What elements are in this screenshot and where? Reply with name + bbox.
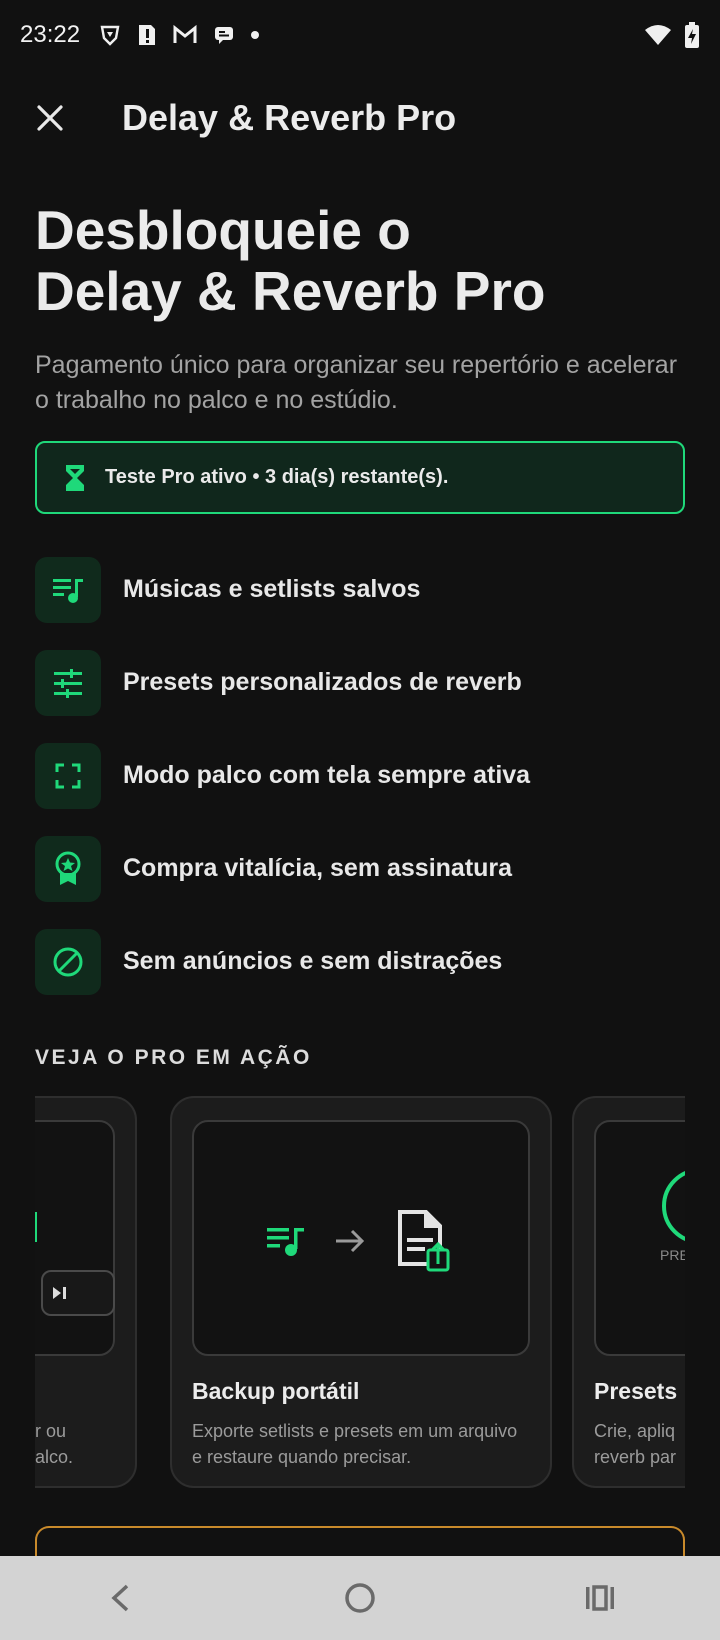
card-title: Backup portátil xyxy=(192,1378,360,1404)
dot-icon xyxy=(251,31,260,39)
app-title: Delay & Reverb Pro xyxy=(122,97,457,138)
status-bar: 23:22 xyxy=(0,0,720,70)
skip-next-icon xyxy=(53,1287,66,1299)
wifi-icon xyxy=(645,25,671,45)
feature-item: Presets personalizados de reverb xyxy=(35,649,685,716)
feature-list: Músicas e setlists salvos Presets person… xyxy=(35,556,685,1021)
card-preview: PRE xyxy=(594,1120,685,1356)
playlist-music-icon xyxy=(267,1228,304,1256)
feature-label: Presets personalizados de reverb xyxy=(123,668,522,696)
hero-title: Desbloqueie o Delay & Reverb Pro xyxy=(35,200,685,322)
sim-alert-icon xyxy=(139,25,156,45)
card-desc-line: reverb par xyxy=(594,1447,677,1467)
hero-subtitle: Pagamento único para organizar seu reper… xyxy=(35,351,678,414)
card-desc: or ou palco. xyxy=(35,1418,145,1470)
notification-icons xyxy=(98,23,260,47)
home-icon xyxy=(345,1583,375,1613)
feature-item: Compra vitalícia, sem assinatura xyxy=(35,835,685,902)
close-button[interactable] xyxy=(22,90,78,146)
close-icon xyxy=(37,105,63,131)
hourglass-icon xyxy=(66,464,84,491)
playlist-music-icon xyxy=(35,556,101,623)
feature-label: Modo palco com tela sempre ativa xyxy=(123,761,531,789)
file-export-icon xyxy=(398,1210,450,1272)
back-icon xyxy=(111,1584,129,1612)
feature-item: Modo palco com tela sempre ativa xyxy=(35,742,685,809)
waveform-icon xyxy=(35,1212,37,1242)
feature-item: Músicas e setlists salvos xyxy=(35,556,685,623)
app-bar: Delay & Reverb Pro xyxy=(0,80,720,156)
award-badge-icon xyxy=(35,835,101,902)
message-icon xyxy=(215,27,234,44)
home-button[interactable] xyxy=(320,1568,400,1628)
fullscreen-icon xyxy=(35,742,101,809)
carousel-card[interactable]: PRE Presets Crie, apliq reverb par xyxy=(572,1096,685,1488)
card-desc-line: or ou xyxy=(35,1421,67,1441)
back-button[interactable] xyxy=(80,1568,160,1628)
trial-text: Teste Pro ativo • 3 dia(s) restante(s). xyxy=(105,466,449,488)
preset-label: PRE xyxy=(660,1247,685,1263)
knob-ring-icon xyxy=(662,1171,685,1241)
card-preview xyxy=(192,1120,530,1356)
hero-title-line2: Delay & Reverb Pro xyxy=(35,260,546,322)
gmail-icon xyxy=(173,24,197,43)
card-desc: Crie, apliq reverb par xyxy=(594,1418,685,1470)
card-desc-line: palco. xyxy=(35,1447,74,1467)
trial-banner: Teste Pro ativo • 3 dia(s) restante(s). xyxy=(35,441,685,514)
showcase-carousel[interactable]: or ou palco. Backup portátil Exporte set… xyxy=(35,1096,685,1488)
battery-charging-icon xyxy=(685,22,699,48)
section-title: VEJA O PRO EM AÇÃO xyxy=(35,1046,312,1069)
feature-label: Sem anúncios e sem distrações xyxy=(123,947,503,975)
carousel-card[interactable]: or ou palco. xyxy=(35,1096,137,1488)
tune-sliders-icon xyxy=(35,649,101,716)
system-nav-bar xyxy=(0,1556,720,1640)
brave-icon xyxy=(100,25,120,46)
skip-next-button[interactable] xyxy=(41,1270,115,1316)
recents-icon xyxy=(586,1585,614,1611)
feature-item: Sem anúncios e sem distrações xyxy=(35,928,685,995)
card-preview xyxy=(35,1120,115,1356)
carousel-card[interactable]: Backup portátil Exporte setlists e prese… xyxy=(170,1096,552,1488)
arrow-right-icon xyxy=(336,1229,365,1253)
hero-title-line1: Desbloqueie o xyxy=(35,199,411,261)
recents-button[interactable] xyxy=(560,1568,640,1628)
card-title: Presets xyxy=(594,1378,678,1404)
card-desc: Exporte setlists e presets em um arquivo… xyxy=(192,1421,518,1467)
block-icon xyxy=(35,928,101,995)
feature-label: Compra vitalícia, sem assinatura xyxy=(123,854,513,882)
status-time: 23:22 xyxy=(20,21,81,48)
feature-label: Músicas e setlists salvos xyxy=(123,575,421,603)
card-desc-line: Crie, apliq xyxy=(594,1421,676,1441)
